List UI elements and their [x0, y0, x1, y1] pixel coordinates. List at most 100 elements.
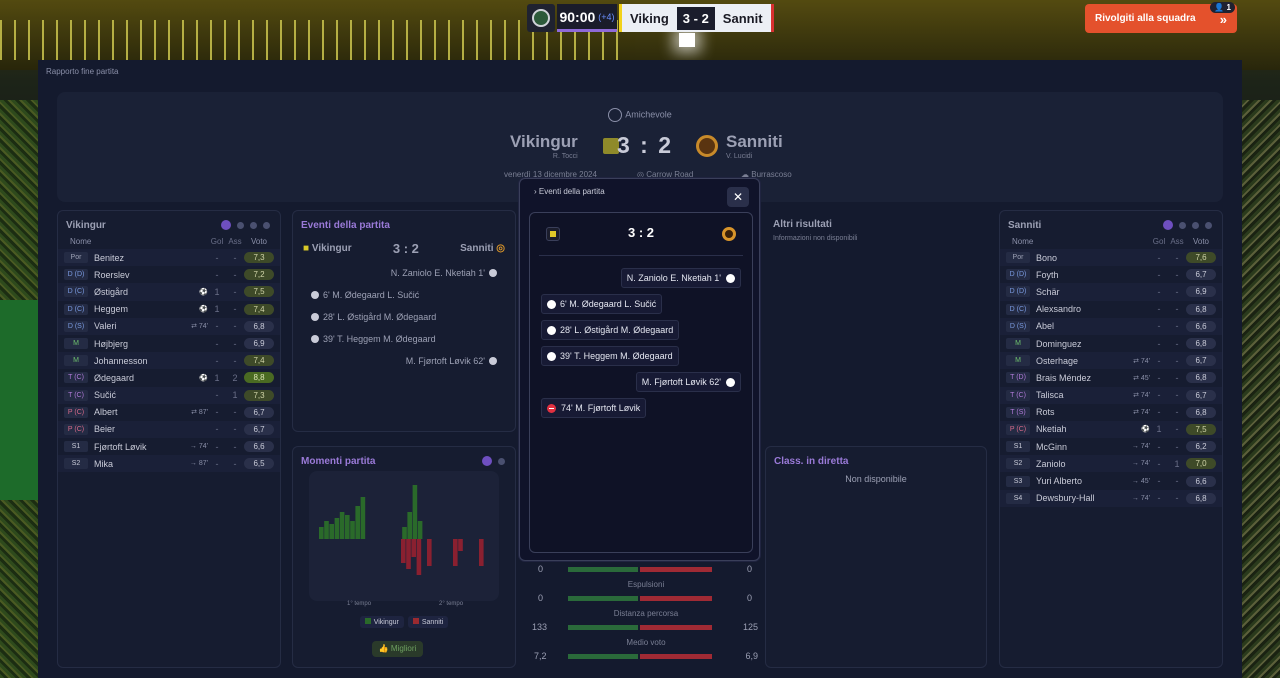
- player-row[interactable]: D (D) Roerslev - -7,2: [58, 266, 280, 283]
- player-name[interactable]: Albert: [94, 407, 178, 417]
- legend-home[interactable]: Vikingur: [359, 616, 404, 628]
- player-name[interactable]: Dewsbury-Hall: [1036, 493, 1120, 503]
- player-row[interactable]: S3 Yuri Alberto → 45' - -6,6: [1000, 472, 1222, 489]
- goal-icon: [489, 357, 497, 365]
- player-name[interactable]: Talisca: [1036, 390, 1120, 400]
- player-name[interactable]: Bono: [1036, 253, 1120, 263]
- player-name[interactable]: Alexsandro: [1036, 304, 1120, 314]
- player-row[interactable]: T (S) Rots ⇄ 74' - -6,8: [1000, 404, 1222, 421]
- player-rating: 6,8: [1186, 492, 1216, 504]
- position-badge: S1: [64, 441, 88, 453]
- table-header: Nome Gol Ass Voto: [58, 231, 280, 246]
- player-row[interactable]: M Osterhage ⇄ 74' - -6,7: [1000, 352, 1222, 370]
- modal-event-item[interactable]: M. Fjørtoft Løvik 62': [635, 372, 741, 392]
- player-name[interactable]: Schär: [1036, 287, 1120, 297]
- page-dots[interactable]: [221, 220, 270, 230]
- best-moments-button[interactable]: 👍 Migliori: [372, 641, 423, 657]
- player-name[interactable]: Ødegaard: [94, 373, 178, 383]
- player-row[interactable]: T (D) Brais Méndez ⇄ 45' - -6,8: [1000, 369, 1222, 386]
- player-name[interactable]: Mika: [94, 459, 178, 469]
- player-row[interactable]: S2 Mika → 87' - -6,5: [58, 455, 280, 473]
- player-row[interactable]: D (D) Schär - -6,9: [1000, 283, 1222, 301]
- position-badge: P (C): [64, 423, 88, 435]
- player-name[interactable]: Valeri: [94, 321, 178, 331]
- player-name[interactable]: Nketiah: [1036, 424, 1120, 434]
- player-row[interactable]: T (C) Ødegaard ⚽ 1 2 8,8: [58, 369, 280, 386]
- modal-event-item[interactable]: 39' T. Heggem M. Ødegaard: [541, 346, 679, 366]
- player-name[interactable]: Roerslev: [94, 270, 178, 280]
- player-name[interactable]: Dominguez: [1036, 339, 1120, 349]
- player-row[interactable]: S2 Zaniolo → 74' - 1 7,0: [1000, 455, 1222, 473]
- player-name[interactable]: Abel: [1036, 321, 1120, 331]
- player-row[interactable]: D (S) Valeri ⇄ 74' - -6,8: [58, 317, 280, 335]
- player-row[interactable]: D (C) Alexsandro - -6,8: [1000, 301, 1222, 318]
- event-item[interactable]: 39' T. Heggem M. Ødegaard: [303, 328, 505, 350]
- modal-event-item[interactable]: 28' L. Østigård M. Ødegaard: [541, 320, 680, 340]
- player-row[interactable]: S4 Dewsbury-Hall → 74' - -6,8: [1000, 489, 1222, 507]
- player-name[interactable]: Foyth: [1036, 270, 1120, 280]
- home-team[interactable]: Vikingur R. Tocci: [510, 132, 578, 160]
- player-row[interactable]: P (C) Albert ⇄ 87' - -6,7: [58, 404, 280, 421]
- player-row[interactable]: S1 McGinn → 74' - -6,2: [1000, 438, 1222, 455]
- player-row[interactable]: D (C) Heggem ⚽ 1 -7,4: [58, 301, 280, 318]
- position-badge: T (C): [1006, 389, 1030, 401]
- close-button[interactable]: ✕: [727, 187, 749, 207]
- player-goals: 1: [214, 286, 220, 297]
- player-name[interactable]: Højbjerg: [94, 339, 178, 349]
- player-name[interactable]: Osterhage: [1036, 356, 1120, 366]
- club-badge[interactable]: [527, 4, 555, 32]
- event-item[interactable]: M. Fjørtoft Løvik 62': [303, 350, 505, 372]
- player-name[interactable]: Beier: [94, 424, 178, 434]
- player-assists: -: [1175, 493, 1179, 504]
- home-crest-icon: ■: [303, 243, 310, 254]
- col-voto: Voto: [1192, 237, 1209, 246]
- player-name[interactable]: Sučić: [94, 390, 178, 400]
- player-row[interactable]: S1 Fjørtoft Løvik → 74' - -6,6: [58, 438, 280, 455]
- other-results-panel: Altri risultati Informazioni non disponi…: [765, 210, 991, 432]
- player-rating: 6,7: [1186, 389, 1216, 401]
- player-name[interactable]: Johannesson: [94, 356, 178, 366]
- player-name[interactable]: Brais Méndez: [1036, 373, 1120, 383]
- event-item[interactable]: 6' M. Ødegaard L. Sučić: [303, 284, 505, 306]
- player-row[interactable]: P (C) Nketiah ⚽ 1 -7,5: [1000, 420, 1222, 439]
- player-row[interactable]: Por Benitez - -7,3: [58, 249, 280, 267]
- player-assists: -: [1175, 390, 1179, 401]
- player-name[interactable]: Rots: [1036, 407, 1120, 417]
- legend-away[interactable]: Sanniti: [407, 616, 449, 628]
- modal-event-item[interactable]: 74' M. Fjørtoft Løvik: [541, 398, 647, 418]
- player-rating: 7,5: [1186, 423, 1216, 435]
- page-dots[interactable]: [1163, 220, 1212, 230]
- player-row[interactable]: M Højbjerg - -6,9: [58, 335, 280, 352]
- player-row[interactable]: P (C) Beier - -6,7: [58, 420, 280, 439]
- player-goals: -: [215, 252, 219, 263]
- player-name[interactable]: Yuri Alberto: [1036, 476, 1120, 486]
- player-row[interactable]: T (C) Sučić - 1 7,3: [58, 386, 280, 404]
- away-team[interactable]: Sanniti V. Lucidi: [726, 132, 783, 160]
- event-item[interactable]: 28' L. Østigård M. Ødegaard: [303, 306, 505, 328]
- player-row[interactable]: D (C) Østigård ⚽ 1 -7,5: [58, 283, 280, 301]
- player-rating: 6,8: [1186, 372, 1216, 384]
- best-moments-label: Migliori: [390, 644, 417, 653]
- momentum-dots[interactable]: [482, 456, 505, 466]
- modal-event-item[interactable]: 6' M. Ødegaard L. Sučić: [541, 294, 663, 314]
- player-name[interactable]: McGinn: [1036, 442, 1120, 452]
- player-name[interactable]: Østigård: [94, 287, 178, 297]
- goal-icon: [547, 299, 556, 309]
- position-badge: T (C): [64, 372, 88, 384]
- event-item[interactable]: N. Zaniolo E. Nketiah 1': [303, 262, 505, 284]
- talk-to-team-button[interactable]: Rivolgiti alla squadra » 👤 1: [1085, 2, 1237, 33]
- player-goals: -: [215, 424, 219, 435]
- player-name[interactable]: Fjørtoft Løvik: [94, 442, 178, 452]
- player-row[interactable]: D (S) Abel - -6,6: [1000, 317, 1222, 335]
- player-goals: 1: [1156, 424, 1162, 435]
- event-text: 6' M. Ødegaard L. Sučić: [323, 290, 420, 300]
- player-row[interactable]: T (C) Talisca ⇄ 74' - -6,7: [1000, 386, 1222, 404]
- modal-event-item[interactable]: N. Zaniolo E. Nketiah 1': [620, 268, 741, 288]
- player-row[interactable]: M Dominguez - -6,8: [1000, 335, 1222, 352]
- player-row[interactable]: D (D) Foyth - -6,7: [1000, 266, 1222, 283]
- player-name[interactable]: Benitez: [94, 253, 178, 263]
- player-name[interactable]: Heggem: [94, 304, 178, 314]
- player-name[interactable]: Zaniolo: [1036, 459, 1120, 469]
- player-row[interactable]: Por Bono - -7,6: [1000, 249, 1222, 267]
- player-row[interactable]: M Johannesson - -7,4: [58, 352, 280, 370]
